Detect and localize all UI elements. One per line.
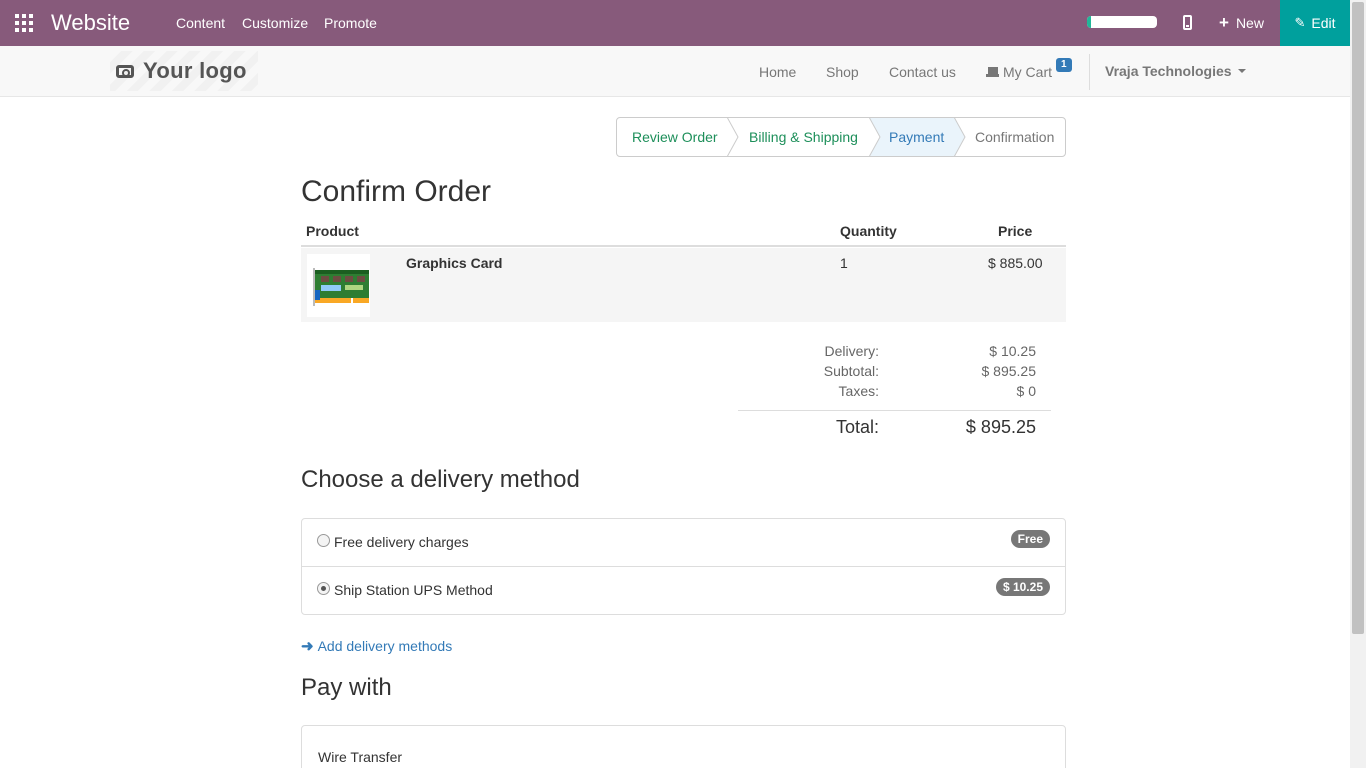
company-name: Vraja Technologies — [1105, 63, 1232, 79]
checkout-wizard: Review Order Billing & Shipping Payment … — [616, 117, 1066, 157]
progress-fill — [1087, 16, 1091, 28]
delivery-radio-ups[interactable] — [317, 582, 330, 595]
step-review-order[interactable]: Review Order — [632, 118, 718, 156]
header-price: Price — [998, 223, 1033, 239]
shopping-cart-icon — [986, 67, 999, 77]
mobile-preview-icon[interactable] — [1183, 15, 1192, 30]
total-label: Total: — [835, 417, 879, 437]
cart-label: My Cart — [1003, 64, 1052, 80]
nav-shop[interactable]: Shop — [826, 64, 859, 80]
add-delivery-methods-link[interactable]: ➜ Add delivery methods — [301, 637, 452, 655]
taxes-value: $ 0 — [1016, 383, 1036, 399]
nav-home[interactable]: Home — [759, 64, 796, 80]
total-value: $ 895.25 — [965, 417, 1036, 437]
arrow-right-icon: ➜ — [301, 638, 314, 655]
nav-my-cart[interactable]: My Cart 1 — [986, 58, 1072, 80]
subtotal-row: Subtotal: $ 895.25 — [738, 363, 1051, 383]
subtotal-value: $ 895.25 — [981, 363, 1037, 379]
delivery-value: $ 10.25 — [989, 343, 1036, 359]
totals-divider — [738, 410, 1051, 411]
delivery-methods-list: Free delivery charges Free Ship Station … — [301, 518, 1066, 615]
menu-content[interactable]: Content — [176, 15, 225, 31]
table-row: Graphics Card 1 $ 885.00 — [301, 248, 1066, 322]
menu-promote[interactable]: Promote — [324, 15, 377, 31]
header-quantity: Quantity — [840, 223, 897, 239]
apps-menu-icon[interactable] — [15, 14, 33, 32]
menu-customize[interactable]: Customize — [242, 15, 308, 31]
delivery-option-ups[interactable]: Ship Station UPS Method $ 10.25 — [302, 566, 1065, 614]
active-step-arrow — [954, 118, 965, 156]
grand-total-row: Total: $ 895.25 — [738, 417, 1051, 437]
page-scrollbar[interactable] — [1350, 0, 1366, 768]
header-product: Product — [306, 223, 359, 239]
product-quantity: 1 — [840, 255, 848, 271]
delivery-total-row: Delivery: $ 10.25 — [738, 343, 1051, 363]
site-logo[interactable]: Your logo — [110, 51, 258, 91]
delivery-section-title: Choose a delivery method — [301, 466, 580, 493]
payment-section-title: Pay with — [301, 674, 392, 701]
admin-topbar: Website Content Customize Promote + New … — [0, 0, 1350, 46]
product-price: $ 885.00 — [988, 255, 1043, 271]
taxes-label: Taxes: — [838, 383, 879, 399]
cart-count-badge: 1 — [1056, 58, 1072, 72]
step-payment: Payment — [889, 129, 945, 145]
delivery-price-badge: Free — [1010, 530, 1050, 548]
camera-icon — [116, 64, 134, 78]
edit-button-label: Edit — [1311, 15, 1336, 31]
graphics-card-image — [307, 254, 370, 317]
step-billing-shipping[interactable]: Billing & Shipping — [749, 118, 858, 156]
onboarding-progress-bar[interactable] — [1087, 16, 1157, 28]
caret-down-icon — [1237, 69, 1246, 73]
delivery-label: Delivery: — [824, 343, 879, 359]
payment-methods-list: Wire Transfer — [301, 725, 1066, 768]
nav-divider — [1089, 54, 1090, 90]
subtotal-label: Subtotal: — [823, 363, 879, 379]
product-name[interactable]: Graphics Card — [406, 255, 502, 271]
delivery-price-badge: $ 10.25 — [995, 578, 1050, 596]
nav-contact-us[interactable]: Contact us — [889, 64, 956, 80]
delivery-option-label[interactable]: Free delivery charges — [334, 534, 469, 550]
order-table-header: Product Quantity Price — [301, 221, 1066, 247]
logo-text: Your logo — [143, 58, 247, 83]
page-title: Confirm Order — [301, 175, 492, 208]
delivery-radio-free[interactable] — [317, 534, 330, 547]
product-image[interactable] — [307, 254, 370, 317]
add-delivery-methods-label: Add delivery methods — [317, 638, 453, 654]
app-title[interactable]: Website — [51, 10, 130, 36]
website-navbar: Your logo Home Shop Contact us My Cart 1… — [0, 46, 1350, 97]
plus-icon: + — [1219, 13, 1229, 32]
edit-button[interactable]: ✎ Edit — [1280, 0, 1350, 46]
pencil-icon: ✎ — [1294, 15, 1306, 30]
new-button[interactable]: + New — [1219, 14, 1264, 32]
company-dropdown[interactable]: Vraja Technologies — [1105, 63, 1246, 79]
payment-method-wire-transfer[interactable]: Wire Transfer — [318, 749, 402, 765]
step-separator — [726, 118, 739, 156]
step-confirmation: Confirmation — [975, 129, 1055, 145]
delivery-option-free[interactable]: Free delivery charges Free — [302, 519, 1065, 567]
taxes-row: Taxes: $ 0 — [738, 383, 1051, 403]
new-button-label: New — [1235, 15, 1264, 31]
delivery-option-label[interactable]: Ship Station UPS Method — [334, 582, 493, 598]
scrollbar-thumb[interactable] — [1352, 2, 1364, 634]
